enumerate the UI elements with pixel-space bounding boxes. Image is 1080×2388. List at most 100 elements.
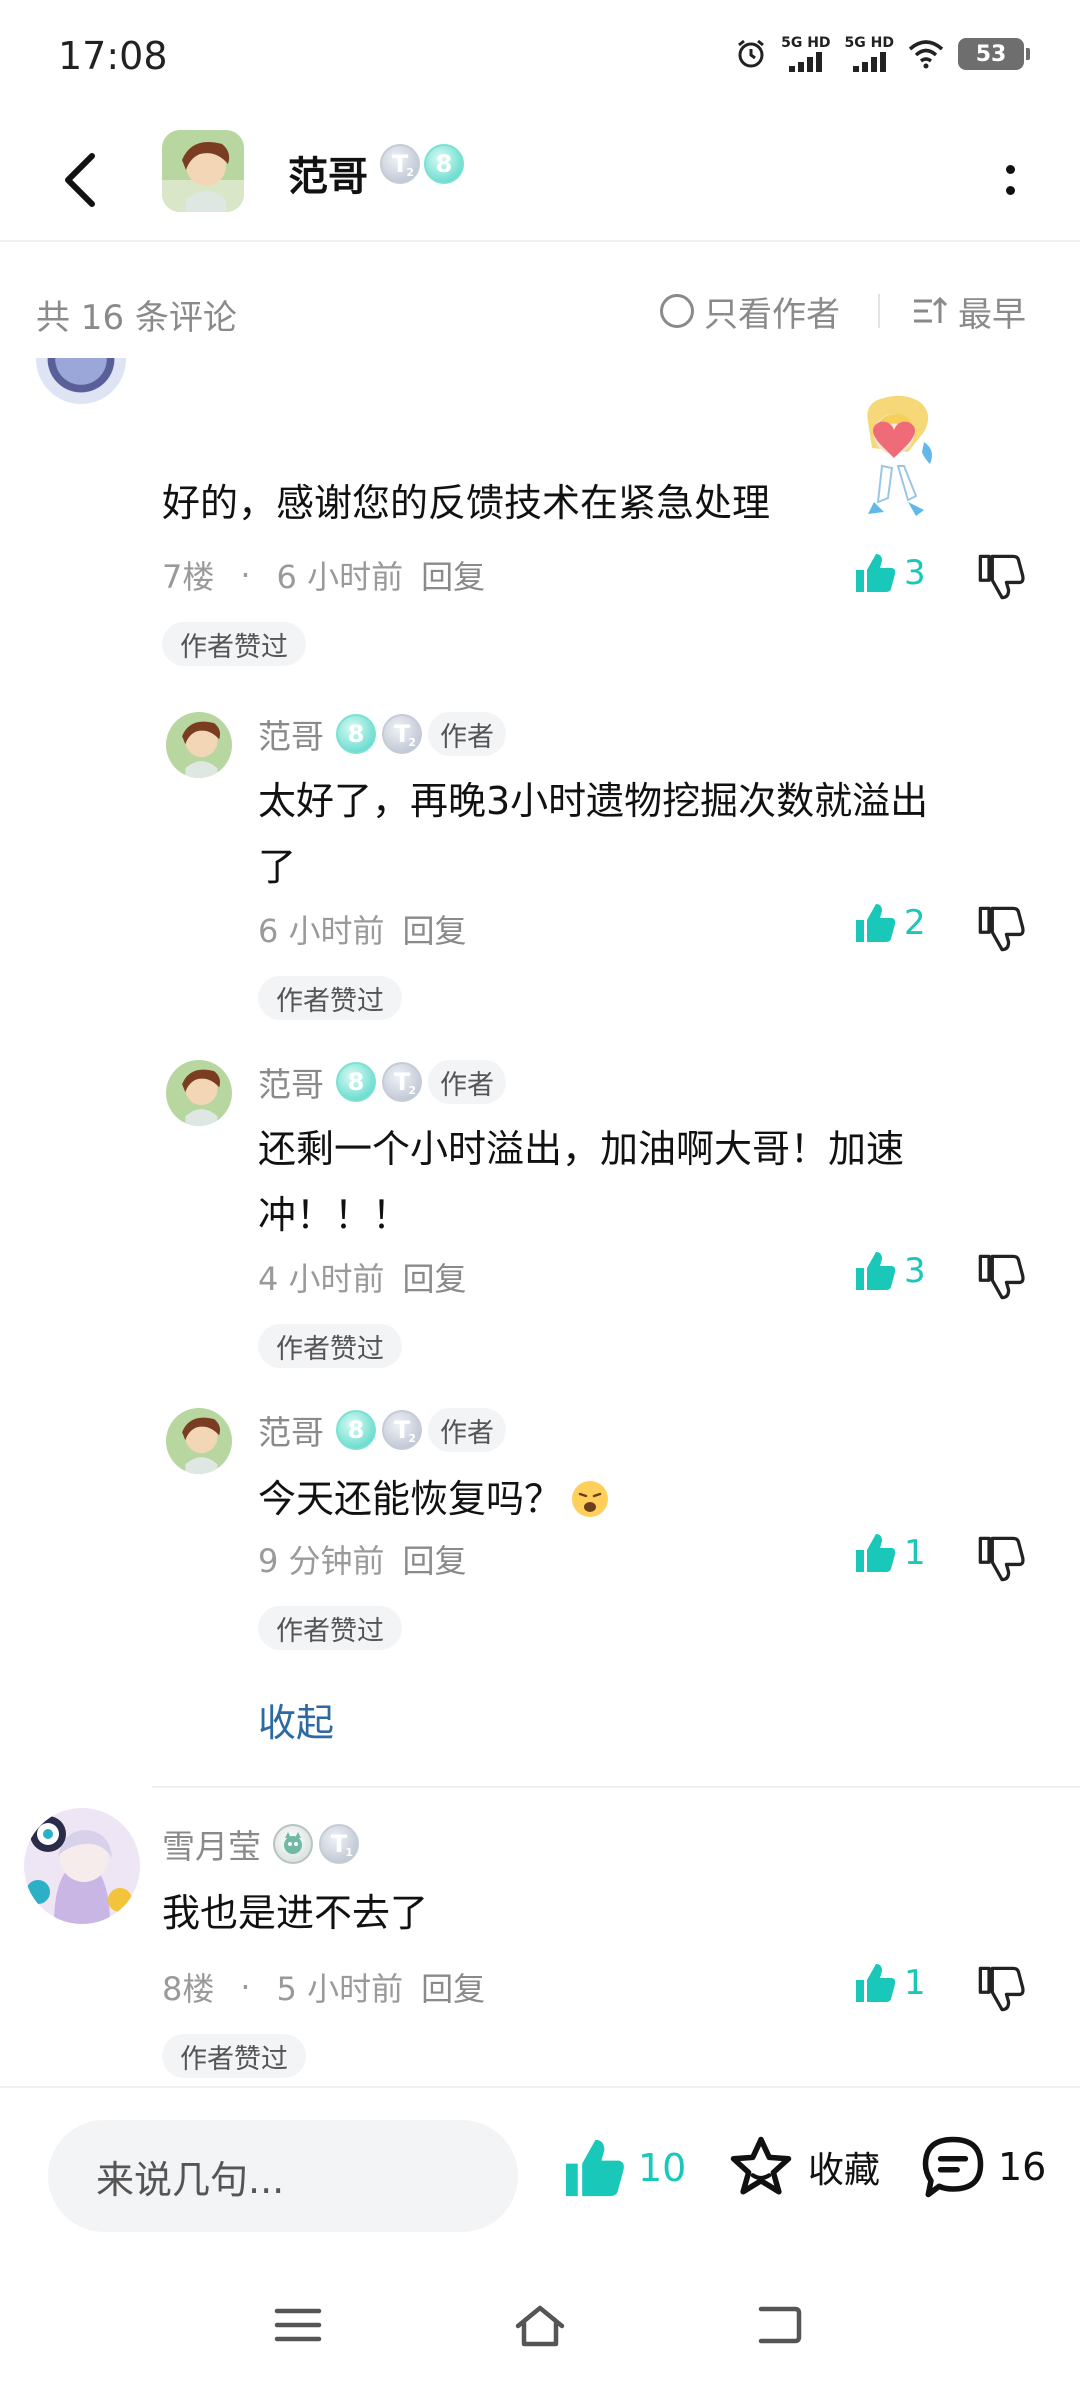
level-badge: 8 — [336, 714, 376, 754]
comment-meta: 8楼 · 5 小时前 回复 — [162, 1964, 485, 2010]
thumbs-up-icon — [856, 1252, 896, 1290]
author-liked-tag: 作者赞过 — [162, 2034, 306, 2078]
reply-text: 还剩一个小时溢出，加油啊大哥！加速 冲！！！ — [258, 1127, 905, 1237]
comment-divider — [152, 1786, 1080, 1788]
like-button[interactable]: 2 — [852, 900, 926, 946]
reply-text: 太好了，再晚3小时遗物挖掘次数就溢出 了 — [258, 779, 929, 889]
sort-button[interactable]: 最早 — [912, 286, 1026, 336]
author-liked-tag: 作者赞过 — [258, 1324, 402, 1368]
reply-author-name[interactable]: 范哥 — [258, 1406, 324, 1454]
dislike-button[interactable] — [976, 1534, 1026, 1588]
comment-count: 共 16 条评论 — [36, 298, 237, 338]
post-like-button[interactable]: 10 — [560, 2134, 686, 2202]
alarm-icon — [738, 39, 765, 68]
home-nav-button[interactable] — [500, 2290, 580, 2360]
author-tag: 作者 — [428, 712, 506, 756]
tier-badge: T1 — [319, 1824, 359, 1864]
level-badge: 8 — [336, 1062, 376, 1102]
back-button[interactable] — [50, 140, 110, 220]
collapse-replies-button[interactable]: 收起 — [258, 1692, 334, 1747]
like-button[interactable]: 3 — [852, 550, 926, 596]
thumbs-up-icon — [856, 904, 896, 942]
comment-time: 6 小时前 — [276, 558, 404, 596]
author-badges: T2 8 — [380, 144, 464, 184]
sticker-heart-girl — [867, 395, 932, 516]
thumbs-down-icon — [978, 554, 1025, 600]
author-tag: 作者 — [428, 1408, 506, 1452]
level-badge: 8 — [336, 1410, 376, 1450]
thumbs-down-icon — [978, 1966, 1025, 2012]
weary-face-emoji — [572, 1481, 609, 1517]
post-header: 范哥 T2 8 — [0, 118, 1080, 242]
system-nav-bar — [0, 2262, 1080, 2388]
commenter-name[interactable]: 雪月莹 — [162, 1820, 261, 1868]
reply-text: 今天还能恢复吗？ — [258, 1466, 610, 1532]
dislike-button[interactable] — [976, 1964, 1026, 2018]
like-button[interactable]: 3 — [852, 1248, 926, 1294]
comment-input[interactable]: 来说几句... — [48, 2120, 518, 2232]
floor-number: 8楼 — [162, 1970, 215, 2008]
sort-label: 最早 — [958, 294, 1026, 335]
dislike-button[interactable] — [976, 904, 1026, 958]
author-avatar[interactable] — [162, 130, 244, 212]
thumbs-down-icon — [978, 1254, 1025, 1300]
reply-button[interactable]: 回复 — [421, 1964, 485, 2010]
reply-author-name[interactable]: 范哥 — [258, 710, 324, 758]
reply-button[interactable]: 回复 — [403, 1536, 467, 1582]
reply-avatar[interactable] — [166, 1408, 232, 1474]
tier-badge: T2 — [382, 714, 422, 754]
reply-author-name[interactable]: 范哥 — [258, 1058, 324, 1106]
author-name: 范哥 — [288, 154, 368, 200]
comments-button[interactable]: 16 — [920, 2134, 1046, 2200]
like-count: 3 — [904, 553, 926, 593]
dislike-button[interactable] — [976, 1252, 1026, 1306]
menu-nav-button[interactable] — [258, 2290, 338, 2360]
signal-icon-2: 5G HD — [845, 36, 894, 72]
radio-circle-icon — [660, 294, 694, 328]
reply-button[interactable]: 回复 — [403, 906, 467, 952]
reply-meta: 4 小时前 回复 — [258, 1254, 467, 1300]
reply-header: 范哥 8 T2 作者 — [258, 1406, 506, 1454]
more-vertical-icon — [1005, 165, 1015, 174]
thumbs-up-icon — [856, 554, 896, 592]
like-button[interactable]: 1 — [852, 1530, 926, 1576]
back-nav-button[interactable] — [738, 2290, 818, 2360]
thumbs-down-icon — [978, 906, 1025, 952]
cat-badge-icon — [273, 1824, 313, 1864]
more-options-button[interactable] — [980, 140, 1040, 220]
status-icons: 5G HD 5G HD 53 — [735, 36, 1030, 72]
reply-button[interactable]: 回复 — [421, 552, 485, 598]
reply-button[interactable]: 回复 — [403, 1254, 467, 1300]
level-badge: 8 — [424, 144, 464, 184]
commenter-avatar-partial[interactable] — [36, 358, 126, 404]
signal-icon-1: 5G HD — [781, 36, 831, 72]
wifi-icon — [908, 40, 944, 69]
reply-time: 9 分钟前 — [258, 1542, 385, 1580]
home-icon — [515, 2305, 565, 2347]
favorite-button[interactable]: 收藏 — [728, 2134, 880, 2200]
author-liked-tag: 作者赞过 — [162, 622, 306, 666]
comment-toolbar: 共 16 条评论 只看作者 最早 — [0, 270, 1080, 354]
author-tag: 作者 — [428, 1060, 506, 1104]
thumbs-down-icon — [978, 1536, 1025, 1582]
reply-time: 4 小时前 — [258, 1260, 385, 1298]
thumbs-up-icon — [856, 1534, 896, 1572]
commenter-avatar[interactable] — [24, 1808, 140, 1924]
reply-avatar[interactable] — [166, 1060, 232, 1126]
dislike-button[interactable] — [976, 552, 1026, 606]
post-like-count: 10 — [638, 2146, 687, 2190]
like-count: 1 — [904, 1963, 926, 2003]
tier-badge: T2 — [382, 1062, 422, 1102]
tier-badge: T2 — [382, 1410, 422, 1450]
favorite-label: 收藏 — [808, 2150, 881, 2191]
reply-header: 范哥 8 T2 作者 — [258, 1058, 506, 1106]
reply-avatar[interactable] — [166, 712, 232, 778]
like-button[interactable]: 1 — [852, 1960, 926, 2006]
reply-meta: 6 小时前 回复 — [258, 906, 467, 952]
comment-header: 雪月莹 T1 — [162, 1820, 359, 1868]
like-count: 3 — [904, 1251, 926, 1291]
author-liked-tag: 作者赞过 — [258, 1606, 402, 1650]
author-only-toggle[interactable]: 只看作者 — [660, 286, 840, 336]
reply-time: 6 小时前 — [258, 912, 385, 950]
like-count: 2 — [904, 903, 926, 943]
